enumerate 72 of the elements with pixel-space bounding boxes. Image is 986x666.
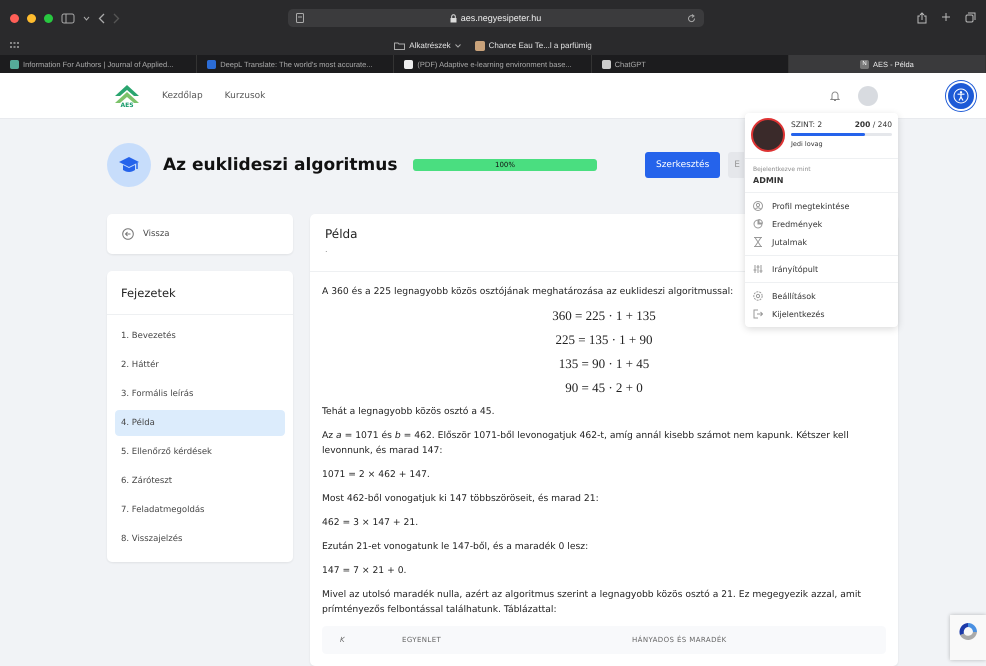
username: ADMIN [753,176,784,185]
nav-link[interactable]: Kezdőlap [162,90,203,100]
lesson-title: Példa [325,227,358,241]
reload-icon[interactable] [687,14,696,22]
paragraph: A 360 és a 225 legnagyobb közös osztójának meghatározása az euklideszi algoritmussal: [322,285,734,299]
math-equation: 90 = 45 · 2 + 0 [565,380,643,395]
logout-icon [753,309,763,319]
math-equation: 360 = 225 · 1 + 135 [552,308,656,323]
plus-icon[interactable] [941,12,951,22]
bookmark[interactable]: Chance Eau Te...l a parfümig [474,40,592,50]
recaptcha-icon [957,621,979,643]
favicon-icon [602,60,611,68]
back-icon[interactable] [98,12,105,24]
paragraph: 147 = 7 × 21 + 0. [322,564,406,578]
url-text: aes.negyesipeter.hu [460,13,542,23]
paragraph: Tehát a legnagyobb közös osztó a 45. [322,405,494,419]
lock-icon [450,14,457,22]
avatar [751,118,785,152]
chapter-item[interactable]: 1. Bevezetés [115,323,285,349]
page-icon [296,13,304,23]
menu-item[interactable]: Irányítópult [753,261,890,277]
panel-title: Fejezetek [107,271,293,315]
menu-item[interactable]: Kijelentkezés [753,306,890,322]
favicon-icon [474,40,485,50]
sliders-icon [753,264,763,274]
folder-icon [394,42,406,50]
sidebar-icon[interactable] [61,12,75,24]
nav-link[interactable]: Kurzusok [224,90,266,100]
chapter-item[interactable]: 8. Visszajelzés [115,526,285,552]
menu-item[interactable]: Jutalmak [753,234,890,250]
window-control-dot[interactable] [44,14,53,22]
chevron-down-icon[interactable] [83,16,90,20]
math-equation: 135 = 90 · 1 + 45 [558,356,650,371]
paragraph: Mivel az utolsó maradék nulla, azért az algoritmus szerint a legnagyobb közös osztó a 21. Ez megegyezik azzal, amit prímtényezős felbontással találhatunk. Táblázattal: [322,588,862,617]
chapter-item[interactable]: 2. Háttér [115,352,285,378]
paragraph: 462 = 3 × 147 + 21. [322,516,418,530]
course-title: Az euklideszi algoritmus [163,155,398,175]
share-icon[interactable] [917,12,927,24]
bell-icon[interactable] [830,90,840,102]
edit-button[interactable]: Szerkesztés [645,152,720,178]
bookmark[interactable]: Alkatrészek [394,40,461,50]
chapter-item[interactable]: 4. Példa [115,410,285,436]
menu-item[interactable]: Profil megtekintése [753,198,890,214]
paragraph: Az a = 1071 és b = 462. Először 1071-ből levonogatjuk 462-t, amíg annál kisebb számot nem kapunk. Kétszer kell levonnunk, és marad 147: [322,429,850,458]
address-bar[interactable]: aes.negyesipeter.hu [288,9,704,27]
paragraph: 1071 = 2 × 462 + 147. [322,468,430,482]
back-button[interactable]: Vissza [107,214,293,254]
settings-icon [753,291,763,301]
paragraph: Most 462-ből vonogatjuk ki 147 többszöröseit, és marad 21: [322,492,599,506]
tabs-overview-icon[interactable] [965,12,976,23]
graduation-cap-icon [118,155,140,175]
chapter-item[interactable]: 3. Formális leírás [115,381,285,407]
hourglass-icon [753,237,763,247]
user-icon [753,201,763,211]
window-control-dot[interactable] [10,14,19,22]
math-equation: 225 = 135 · 1 + 90 [556,332,652,347]
favicon-icon [404,60,414,68]
accessibility-icon [953,88,969,104]
menu-item[interactable]: Beállítások [753,288,890,304]
pie-chart-icon [753,219,763,229]
lesson-subtitle: . [325,245,329,254]
grid-icon[interactable] [10,42,19,49]
chevron-down-icon [454,44,461,48]
window-control-dot[interactable] [27,14,36,22]
chapter-item[interactable]: 7. Feladatmegoldás [115,497,285,523]
accessibility-button[interactable] [946,80,976,110]
chapter-item[interactable]: 6. Záróteszt [115,468,285,494]
favicon-icon [207,60,216,68]
menu-item[interactable]: Eredmények [753,216,890,232]
chapter-item[interactable]: 5. Ellenőrző kérdések [115,439,285,465]
paragraph: Ezután 21-et vonogatunk le 147-ből, és a maradék 0 lesz: [322,540,588,554]
favicon-icon [10,60,19,68]
